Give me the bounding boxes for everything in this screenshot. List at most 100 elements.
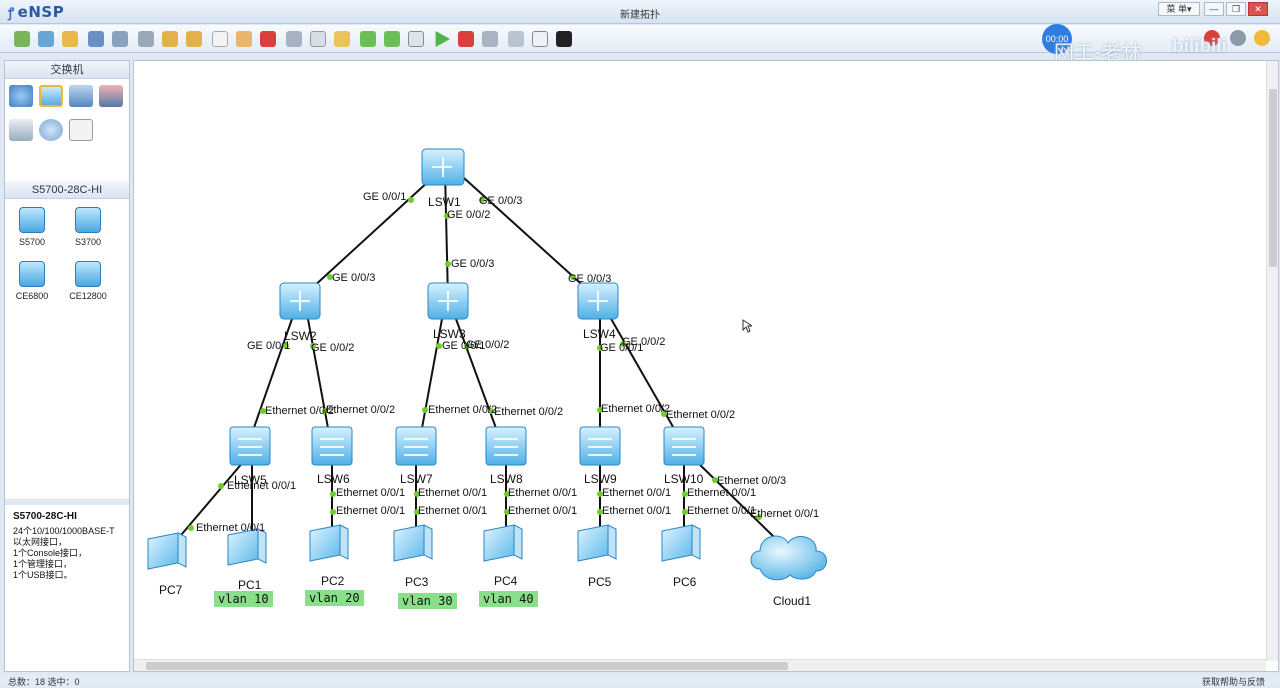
port-label: Ethernet 0/0/2: [265, 405, 335, 417]
port-label: Ethernet 0/0/1: [602, 505, 672, 517]
fit-window-icon[interactable]: [408, 31, 424, 47]
port-dot: [408, 197, 414, 203]
topology-icon[interactable]: [508, 31, 524, 47]
vlan-tag: vlan 40: [479, 591, 538, 607]
category-title: 交换机: [5, 61, 129, 79]
port-label: Ethernet 0/0/1: [602, 487, 672, 499]
topology-canvas[interactable]: LSW1 LSW2 LSW3 LSW4 LSW5 LSW6 LSW7 LSW8 …: [133, 60, 1279, 672]
zoom-out-icon[interactable]: [384, 31, 400, 47]
print-icon[interactable]: [138, 31, 154, 47]
port-label: Ethernet 0/0/3: [717, 475, 787, 487]
horizontal-scrollbar[interactable]: [134, 659, 1266, 671]
port-label: Ethernet 0/0/1: [508, 505, 578, 517]
link-lsw1-lsw3: [444, 170, 449, 300]
node-label: LSW1: [428, 195, 461, 209]
restore-button[interactable]: ❐: [1226, 2, 1246, 16]
pc7-icon: [147, 532, 179, 570]
menu-button[interactable]: 菜 单▾: [1158, 2, 1200, 16]
pc5-icon: [577, 524, 609, 562]
port-label: Ethernet 0/0/1: [687, 505, 757, 517]
device-s5700[interactable]: S5700: [7, 207, 57, 247]
select-pointer-icon[interactable]: [212, 31, 228, 47]
console-icon[interactable]: [556, 31, 572, 47]
redo-icon[interactable]: [186, 31, 202, 47]
port-label: GE 0/0/3: [332, 272, 376, 284]
cloud-category-icon[interactable]: [39, 119, 63, 141]
close-button[interactable]: ✕: [1248, 2, 1268, 16]
port-label: GE 0/0/2: [622, 336, 666, 348]
pc2-icon: [309, 524, 341, 562]
topology-links: [147, 148, 827, 581]
wlan-category-icon[interactable]: [69, 85, 93, 107]
description-title: S5700-28C-HI: [13, 511, 77, 522]
node-label: LSW6: [317, 472, 350, 486]
device-label: CE12800: [69, 291, 107, 301]
palette-icon[interactable]: [334, 31, 350, 47]
node-label: PC2: [321, 574, 345, 588]
save-icon[interactable]: [88, 31, 104, 47]
node-label: PC1: [238, 578, 262, 592]
port-dot: [218, 483, 224, 489]
hand-drag-icon[interactable]: [236, 31, 252, 47]
mouse-cursor-icon: [742, 319, 752, 333]
text-icon[interactable]: [310, 31, 326, 47]
pc3-icon: [393, 524, 425, 562]
device-label: S5700: [18, 237, 46, 247]
device-ce6800[interactable]: CE6800: [7, 261, 57, 301]
minimize-button[interactable]: —: [1204, 2, 1224, 16]
switch-s5700-icon: [19, 207, 45, 233]
start-all-icon[interactable]: [435, 31, 450, 47]
vertical-scrollbar[interactable]: [1266, 61, 1278, 661]
new-example-icon[interactable]: [38, 31, 54, 47]
device-description: S5700-28C-HI 24个10/100/1000BASE-T以太网接口， …: [5, 499, 129, 671]
device-label: CE6800: [15, 291, 49, 301]
stop-all-icon[interactable]: [458, 31, 474, 47]
switch-category-icon[interactable]: [39, 85, 63, 107]
undo-icon[interactable]: [162, 31, 178, 47]
vlan-tag: vlan 30: [398, 593, 457, 609]
pc-category-icon[interactable]: [9, 119, 33, 141]
port-label: Ethernet 0/0/1: [227, 480, 297, 492]
switch-ce12800-icon: [75, 261, 101, 287]
delete-icon[interactable]: [260, 31, 276, 47]
device-panel: 交换机 S5700-28C-HI S5700 S3700 CE6800 CE12…: [4, 60, 130, 672]
node-label: LSW8: [490, 472, 523, 486]
model-title: S5700-28C-HI: [5, 181, 129, 199]
device-s3700[interactable]: S3700: [63, 207, 113, 247]
pc6-icon: [661, 524, 693, 562]
help-icon[interactable]: [1254, 30, 1270, 46]
device-ce12800[interactable]: CE12800: [63, 261, 113, 301]
zoom-in-icon[interactable]: [360, 31, 376, 47]
delete-link-icon[interactable]: [286, 31, 302, 47]
grid-icon[interactable]: [532, 31, 548, 47]
cable-category-icon[interactable]: [69, 119, 93, 141]
description-line: 1个USB接口。: [13, 570, 73, 580]
open-icon[interactable]: [62, 31, 78, 47]
port-label: Ethernet 0/0/1: [687, 487, 757, 499]
description-line: 24个10/100/1000BASE-T以太网接口，: [13, 526, 115, 547]
scrollbar-thumb[interactable]: [146, 662, 788, 670]
node-label: PC4: [494, 574, 518, 588]
port-label: Ethernet 0/0/1: [418, 505, 488, 517]
router-category-icon[interactable]: [9, 85, 33, 107]
port-label: Ethernet 0/0/2: [428, 404, 498, 416]
port-label: Ethernet 0/0/1: [750, 508, 820, 520]
port-label: Ethernet 0/0/1: [196, 522, 266, 534]
status-count: 总数：18 选中：0: [8, 677, 80, 687]
vlan-tag: vlan 10: [214, 591, 273, 607]
scrollbar-thumb[interactable]: [1269, 89, 1277, 267]
new-topology-icon[interactable]: [14, 31, 30, 47]
settings-icon[interactable]: [1230, 30, 1246, 46]
cloud1-icon: [750, 535, 827, 581]
firewall-category-icon[interactable]: [99, 85, 123, 107]
node-label: PC6: [673, 575, 697, 589]
node-label: LSW4: [583, 327, 616, 341]
switch-s3700-icon: [75, 207, 101, 233]
help-feedback-link[interactable]: 获取帮助与反馈: [1202, 675, 1265, 688]
port-label: Ethernet 0/0/2: [326, 404, 396, 416]
node-label: LSW7: [400, 472, 433, 486]
capture-icon[interactable]: [482, 31, 498, 47]
save-as-icon[interactable]: [112, 31, 128, 47]
port-label: Ethernet 0/0/2: [601, 403, 671, 415]
pc1-icon: [227, 528, 259, 566]
